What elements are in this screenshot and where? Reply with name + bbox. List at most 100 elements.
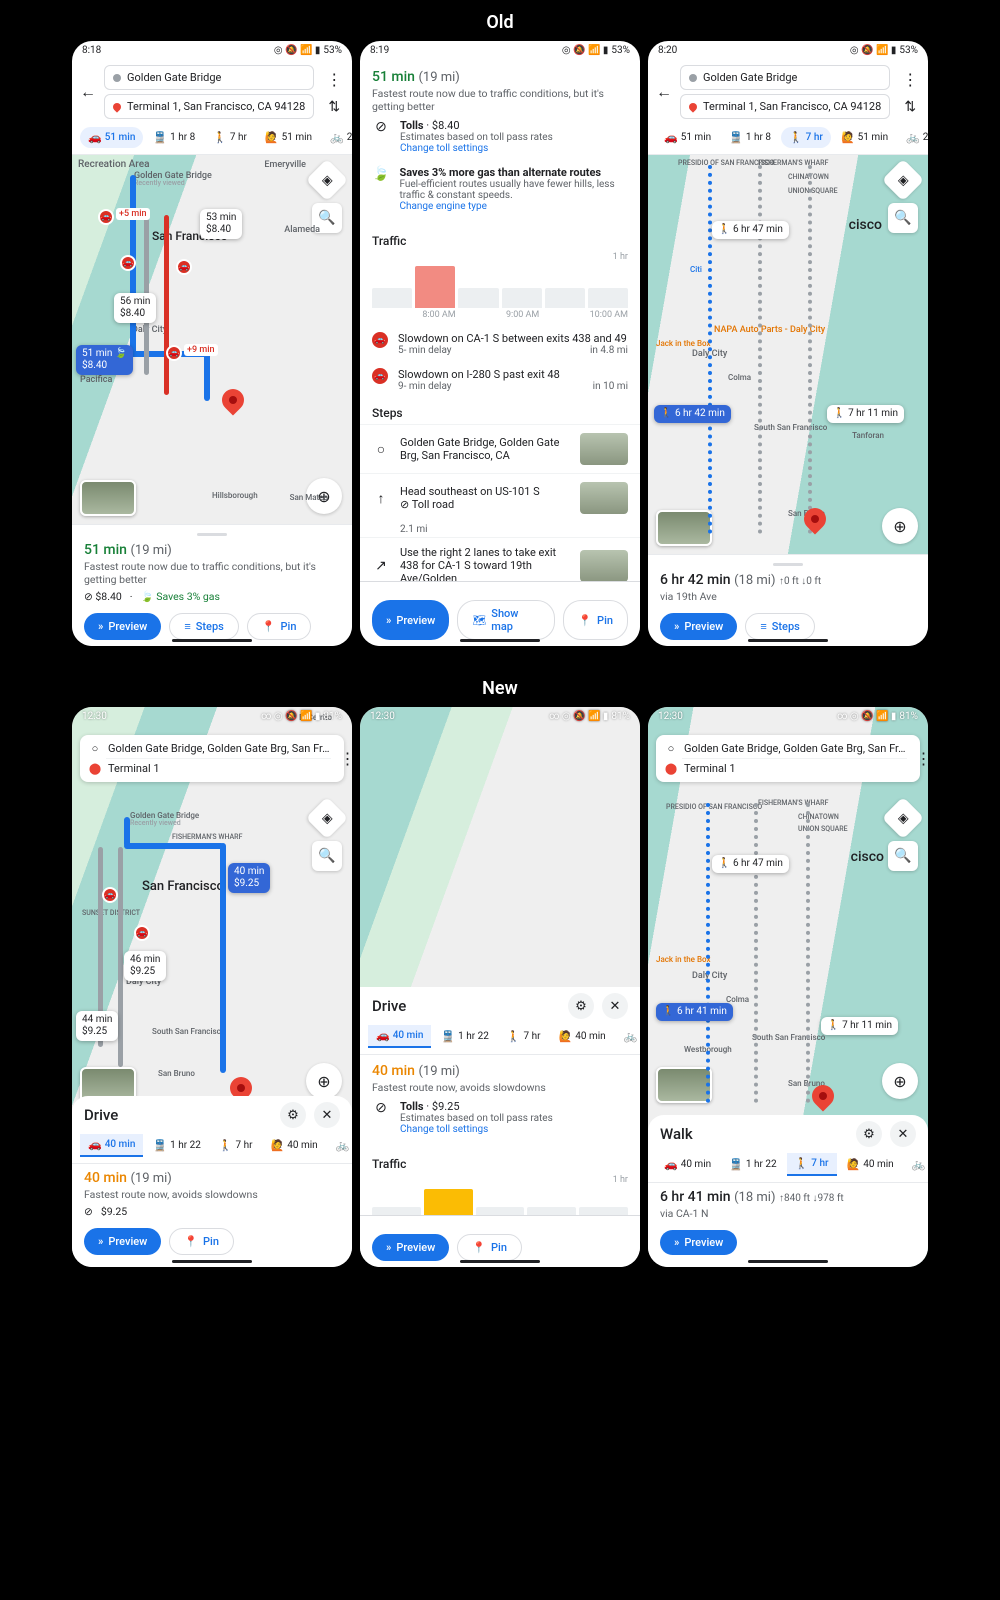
map-canvas[interactable]: ◈ 🔍 ⊕ Recreation Area Golden Gate Bridge… — [72, 155, 352, 524]
mode-transit[interactable]: 🚆1 hr 22 — [433, 1025, 496, 1048]
mode-bike[interactable]: 🚲 — [328, 1134, 352, 1157]
streetview-thumb[interactable] — [80, 480, 136, 516]
swap-icon[interactable]: ⇅ — [324, 99, 344, 115]
tolls-info[interactable]: ⊘ Tolls · $9.25Estimates based on toll p… — [372, 1094, 628, 1141]
pin-button[interactable]: 📍 Pin — [247, 613, 312, 640]
mode-walk[interactable]: 🚶7 hr — [211, 1134, 261, 1157]
options-button[interactable]: ⚙ — [280, 1102, 306, 1128]
locate-button[interactable]: ⊕ — [882, 1063, 918, 1099]
toll-settings-link[interactable]: Change toll settings — [400, 1124, 553, 1135]
streetview-thumb[interactable] — [656, 1067, 712, 1103]
close-button[interactable]: ✕ — [602, 993, 628, 1019]
steps-button[interactable]: ≡ Steps — [169, 613, 238, 640]
traffic-alert[interactable]: 🚗Slowdown on CA-1 S between exits 438 an… — [360, 326, 640, 362]
kebab-icon[interactable]: ⋮ — [911, 749, 928, 768]
nav-handle[interactable] — [172, 639, 252, 642]
route-main-callout[interactable]: 51 min 🍃$8.40 — [76, 345, 133, 375]
layers-button[interactable]: ◈ — [882, 159, 924, 201]
options-button[interactable]: ⚙ — [856, 1121, 882, 1147]
swap-icon[interactable]: ⇅ — [900, 99, 920, 115]
kebab-icon[interactable]: ⋮ — [898, 70, 922, 89]
back-icon[interactable]: ← — [656, 82, 672, 102]
nav-handle[interactable] — [748, 639, 828, 642]
mode-drive[interactable]: 🚗40 min — [80, 1134, 143, 1157]
to-field[interactable]: Terminal 1, San Francisco, CA 94128 — [680, 94, 890, 119]
mode-walk[interactable]: 🚶7 hr — [781, 127, 831, 148]
route-main-callout[interactable]: 🚶 6 hr 42 min — [654, 405, 731, 423]
pin-button[interactable]: 📍 Pin — [169, 1228, 234, 1255]
from-field[interactable]: Golden Gate Bridge — [680, 65, 890, 90]
preview-button[interactable]: » Preview — [660, 613, 737, 640]
sheet-handle[interactable] — [773, 563, 803, 566]
mode-transit[interactable]: 🚆1 hr 22 — [721, 1153, 784, 1176]
bottom-sheet[interactable]: Walk ⚙✕ 🚗40 min 🚆1 hr 22 🚶7 hr 🙋40 min 🚲… — [648, 1115, 928, 1267]
layers-button[interactable]: ◈ — [306, 797, 348, 839]
traffic-alert[interactable]: 🚗Slowdown on I-280 S past exit 489- min … — [360, 362, 640, 398]
route-alt-callout[interactable]: 🚶 7 hr 11 min — [821, 1017, 898, 1035]
kebab-icon[interactable]: ⋮ — [335, 749, 352, 768]
step-row[interactable]: ↑Head southeast on US-101 S⊘ Toll road — [360, 473, 640, 522]
from-field[interactable]: Golden Gate Bridge — [104, 65, 314, 90]
route-alt-callout[interactable]: 56 min$8.40 — [114, 293, 156, 323]
engine-link[interactable]: Change engine type — [399, 201, 628, 212]
mode-walk[interactable]: 🚶7 hr — [205, 127, 255, 148]
preview-button[interactable]: » Preview — [84, 1228, 161, 1255]
options-button[interactable]: ⚙ — [568, 993, 594, 1019]
preview-button[interactable]: » Preview — [84, 613, 161, 640]
mode-transit[interactable]: 🚆1 hr 8 — [145, 127, 203, 148]
mode-walk[interactable]: 🚶7 hr — [787, 1153, 837, 1176]
step-row[interactable]: ○Golden Gate Bridge, Golden Gate Brg, Sa… — [360, 424, 640, 473]
mode-rideshare[interactable]: 🙋40 min — [839, 1153, 902, 1176]
close-button[interactable]: ✕ — [890, 1121, 916, 1147]
preview-button[interactable]: » Preview — [372, 600, 449, 640]
route-main-callout[interactable]: 40 min$9.25 — [228, 863, 270, 893]
nav-handle[interactable] — [172, 1260, 252, 1263]
map-canvas[interactable]: ◈ 🔍 ⊕ FISHERMAN'S WHARF CHINATOWN UNION … — [648, 155, 928, 554]
mode-walk[interactable]: 🚶7 hr — [499, 1025, 549, 1048]
mode-transit[interactable]: 🚆1 hr 22 — [145, 1134, 208, 1157]
close-button[interactable]: ✕ — [314, 1102, 340, 1128]
bottom-sheet[interactable]: 6 hr 42 min (18 mi) ↑0 ft ↓0 ft via 19th… — [648, 554, 928, 646]
sheet-handle[interactable] — [197, 533, 227, 536]
mode-drive[interactable]: 🚗51 min — [656, 127, 719, 148]
bottom-sheet[interactable]: 51 min (19 mi) Fastest route now due to … — [72, 524, 352, 646]
nav-handle[interactable] — [460, 639, 540, 642]
mode-rideshare[interactable]: 🙋51 min — [833, 127, 896, 148]
pin-button[interactable]: 📍 Pin — [563, 600, 628, 640]
streetview-thumb[interactable] — [656, 510, 712, 546]
zoom-button[interactable]: 🔍 — [888, 203, 918, 233]
to-field[interactable]: ⬤Terminal 1 — [86, 759, 331, 778]
layers-button[interactable]: ◈ — [882, 797, 924, 839]
mode-bike[interactable]: 🚲2 hr 4 — [898, 127, 928, 148]
pin-button[interactable]: 📍 Pin — [457, 1234, 522, 1261]
route-alt-callout[interactable]: 🚶 6 hr 47 min — [712, 221, 789, 239]
route-alt-callout[interactable]: 53 min$8.40 — [200, 209, 242, 239]
step-row[interactable]: ↗Use the right 2 lanes to take exit 438 … — [360, 537, 640, 581]
eco-info[interactable]: 🍃 Saves 3% more gas than alternate route… — [372, 160, 628, 218]
mode-rideshare[interactable]: 🙋40 min — [263, 1134, 326, 1157]
zoom-button[interactable]: 🔍 — [888, 841, 918, 871]
preview-button[interactable]: » Preview — [372, 1234, 449, 1261]
mode-rideshare[interactable]: 🙋51 min — [257, 127, 320, 148]
zoom-button[interactable]: 🔍 — [312, 841, 342, 871]
mode-drive[interactable]: 🚗40 min — [656, 1153, 719, 1176]
tolls-info[interactable]: ⊘ Tolls · $8.40Estimates based on toll p… — [372, 113, 628, 160]
route-alt-callout[interactable]: 🚶 6 hr 47 min — [712, 855, 789, 873]
back-icon[interactable]: ← — [80, 82, 96, 102]
route-alt-callout[interactable]: 46 min$9.25 — [124, 951, 166, 981]
route-alt-callout[interactable]: 🚶 7 hr 11 min — [827, 405, 904, 423]
route-alt-callout[interactable]: 44 min$9.25 — [76, 1011, 118, 1041]
mode-rideshare[interactable]: 🙋40 min — [551, 1025, 614, 1048]
mode-bike[interactable]: 🚲2 hr 4 — [322, 127, 352, 148]
to-field[interactable]: Terminal 1, San Francisco, CA 94128 — [104, 94, 314, 119]
destination-pin[interactable] — [217, 384, 248, 415]
toll-settings-link[interactable]: Change toll settings — [400, 143, 553, 154]
mode-bike[interactable]: 🚲 — [616, 1025, 640, 1048]
kebab-icon[interactable]: ⋮ — [322, 70, 346, 89]
bottom-sheet[interactable]: Drive ⚙✕ 🚗40 min 🚆1 hr 22 🚶7 hr 🙋40 min … — [72, 1096, 352, 1267]
from-field[interactable]: ○Golden Gate Bridge, Golden Gate Brg, Sa… — [86, 739, 331, 758]
mode-drive[interactable]: 🚗51 min — [80, 127, 143, 148]
steps-button[interactable]: ≡ Steps — [745, 613, 814, 640]
showmap-button[interactable]: 🗺 Show map — [457, 600, 555, 640]
route-main-callout[interactable]: 🚶 6 hr 41 min — [656, 1003, 733, 1021]
